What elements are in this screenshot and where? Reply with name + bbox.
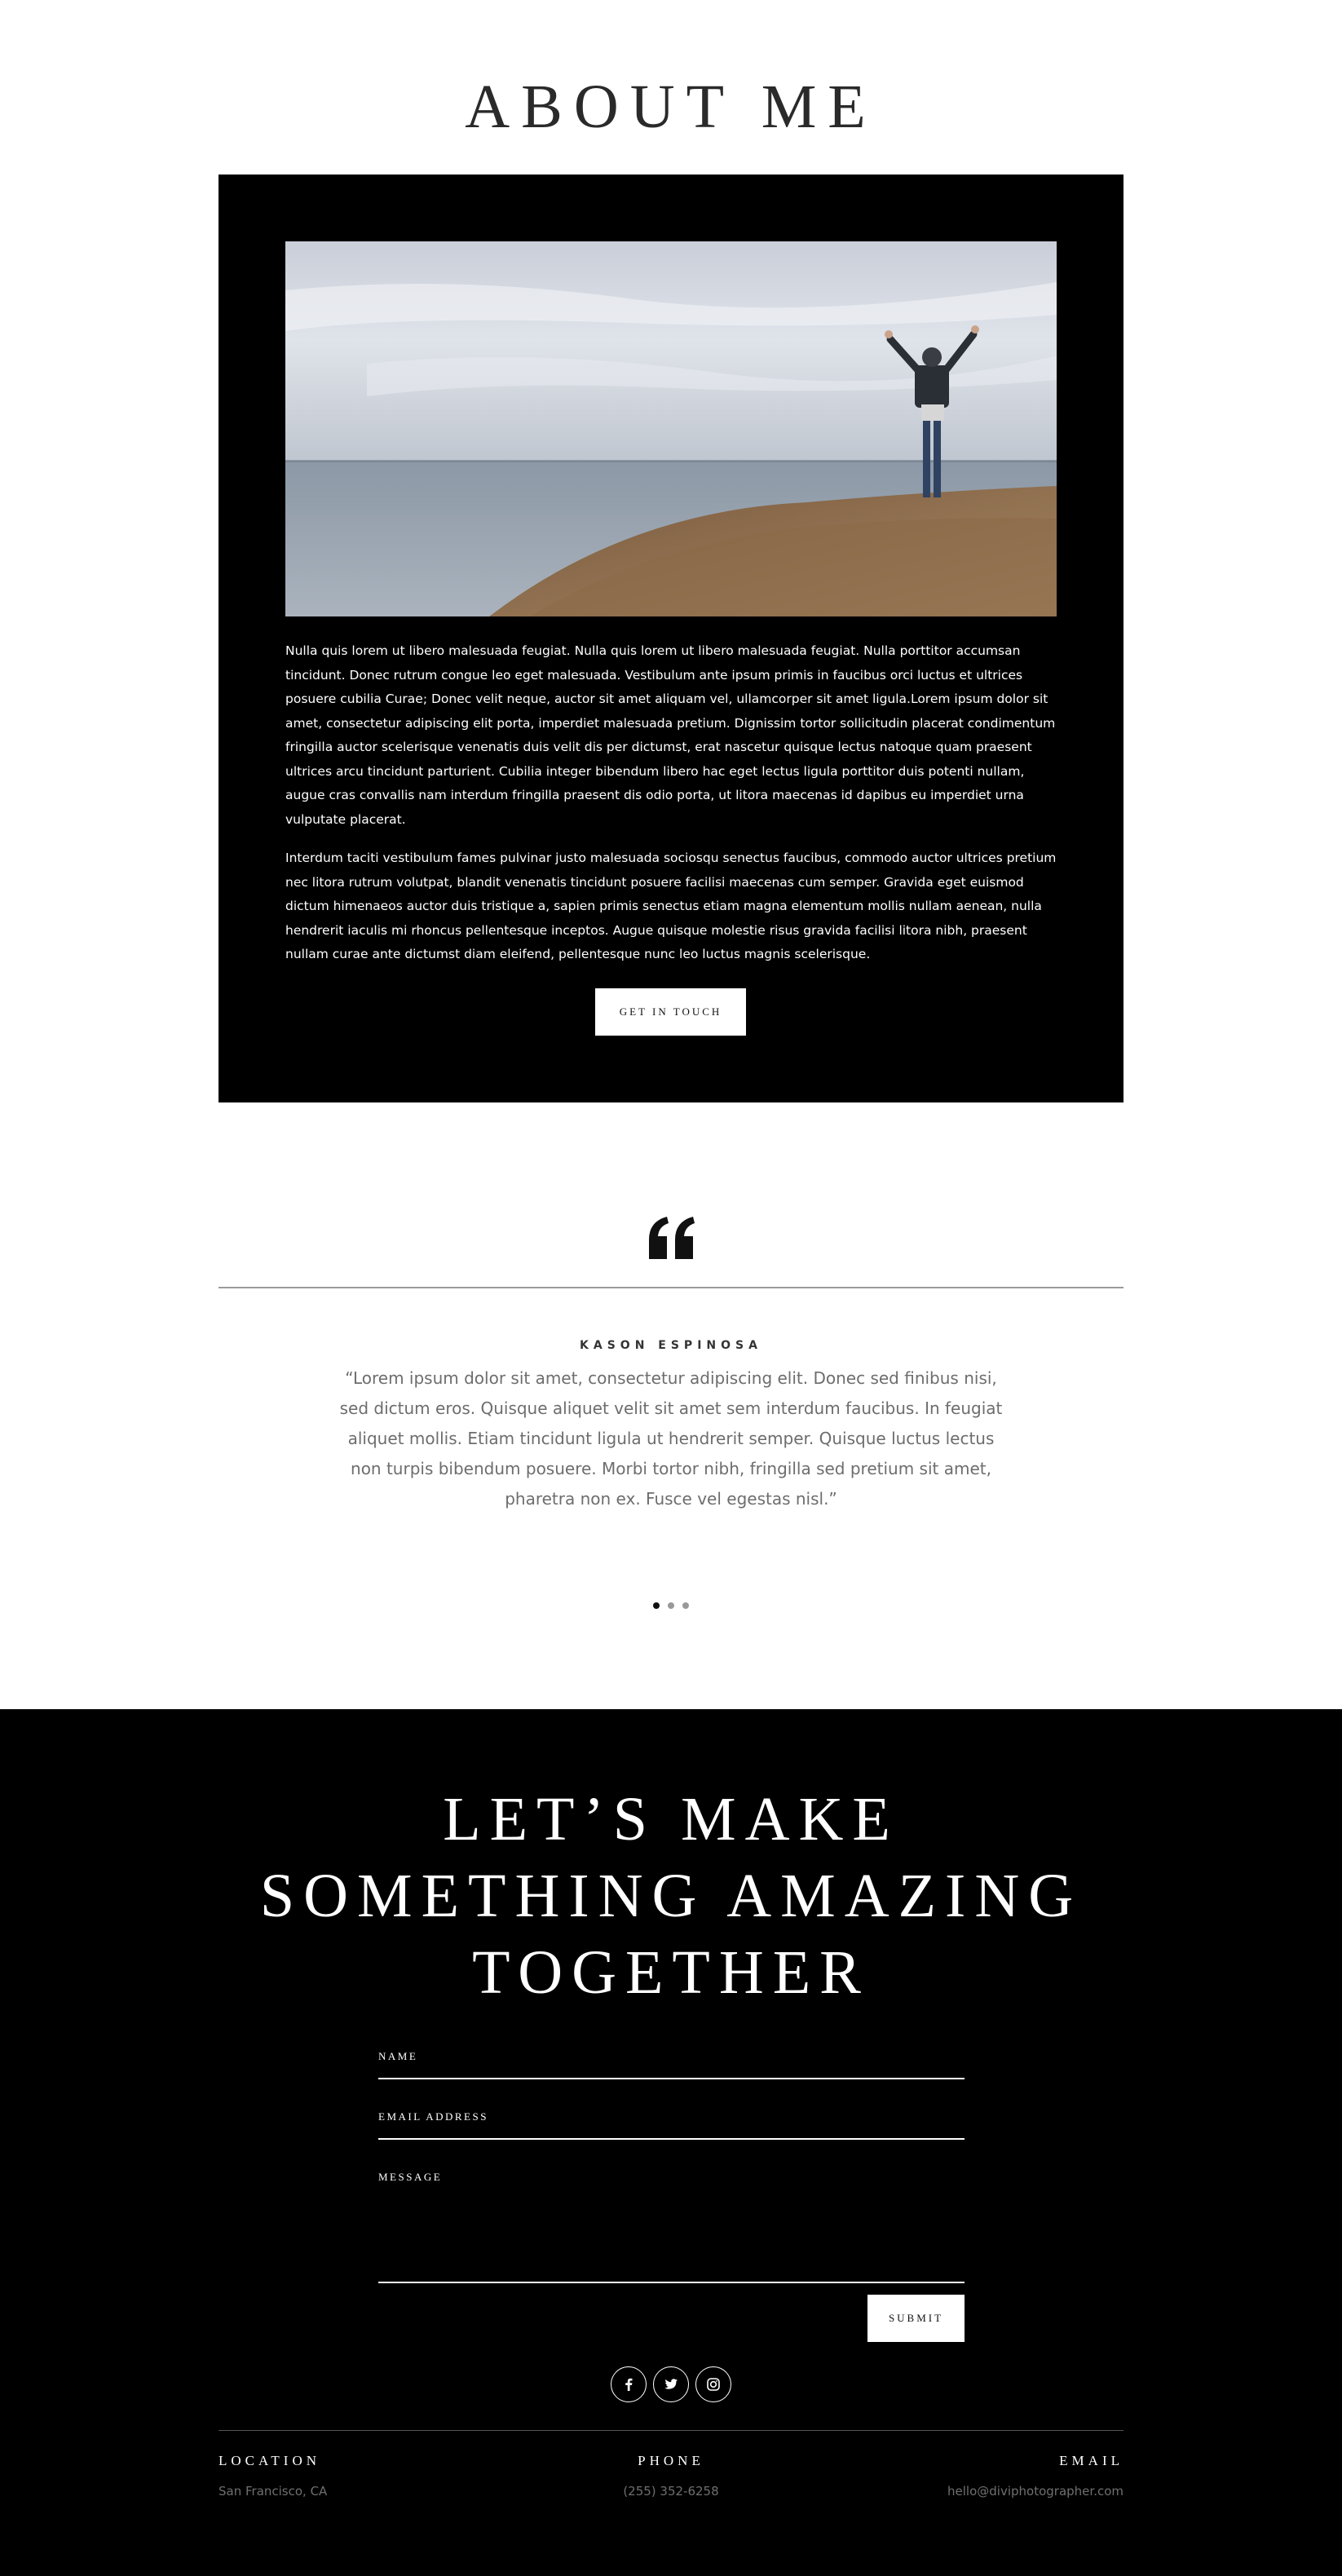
testimonial-quote: “Lorem ipsum dolor sit amet, consectetur… xyxy=(339,1368,1003,1509)
contact-heading: LET’S MAKE SOMETHING AMAZING TOGETHER xyxy=(0,1781,1342,2011)
name-field[interactable] xyxy=(378,2078,965,2079)
about-paragraph-2: Interdum taciti vestibulum fames pulvina… xyxy=(285,851,1057,961)
footer-phone: PHONE (255) 352-6258 xyxy=(508,2453,834,2499)
contact-heading-line-3: TOGETHER xyxy=(472,1938,870,2007)
about-heading: ABOUT ME xyxy=(465,73,877,141)
phone-title: PHONE xyxy=(638,2453,704,2468)
facebook-icon[interactable] xyxy=(611,2366,647,2402)
about-card: Nulla quis lorem ut libero malesuada feu… xyxy=(219,175,1123,1102)
testimonial-author: KASON ESPINOSA xyxy=(580,1339,762,1352)
contact-heading-line-2: SOMETHING AMAZING xyxy=(259,1862,1083,1930)
slider-pagination xyxy=(0,1602,1342,1609)
contact-section: LET’S MAKE SOMETHING AMAZING TOGETHER NA… xyxy=(0,1709,1342,2576)
name-label: NAME xyxy=(378,2050,418,2062)
phone-value[interactable]: (255) 352-6258 xyxy=(508,2484,834,2499)
email-value[interactable]: hello@diviphotographer.com xyxy=(797,2484,1123,2499)
location-title: LOCATION xyxy=(219,2453,320,2468)
instagram-icon[interactable] xyxy=(695,2366,731,2402)
location-value: San Francisco, CA xyxy=(219,2484,328,2499)
message-field[interactable] xyxy=(378,2282,965,2283)
email-title: EMAIL xyxy=(1059,2453,1123,2468)
social-links xyxy=(0,2366,1342,2402)
slider-dot-2[interactable] xyxy=(668,1602,674,1609)
footer-divider xyxy=(219,2430,1123,2431)
get-in-touch-button[interactable]: GET IN TOUCH xyxy=(595,988,746,1036)
slider-dot-3[interactable] xyxy=(682,1602,689,1609)
contact-heading-line-1: LET’S MAKE xyxy=(443,1785,899,1854)
email-label: EMAIL ADDRESS xyxy=(378,2110,488,2123)
quote-icon xyxy=(649,1217,695,1259)
footer-location: LOCATION San Francisco, CA xyxy=(219,2453,545,2499)
slider-dot-1[interactable] xyxy=(653,1602,660,1609)
submit-button[interactable]: SUBMIT xyxy=(867,2295,965,2342)
footer-email: EMAIL hello@diviphotographer.com xyxy=(797,2453,1123,2499)
email-field[interactable] xyxy=(378,2138,965,2140)
about-paragraph-1: Nulla quis lorem ut libero malesuada feu… xyxy=(285,643,1056,827)
about-photo xyxy=(285,241,1057,616)
message-label: MESSAGE xyxy=(378,2171,443,2183)
twitter-icon[interactable] xyxy=(653,2366,689,2402)
testimonial-divider xyxy=(219,1287,1123,1288)
